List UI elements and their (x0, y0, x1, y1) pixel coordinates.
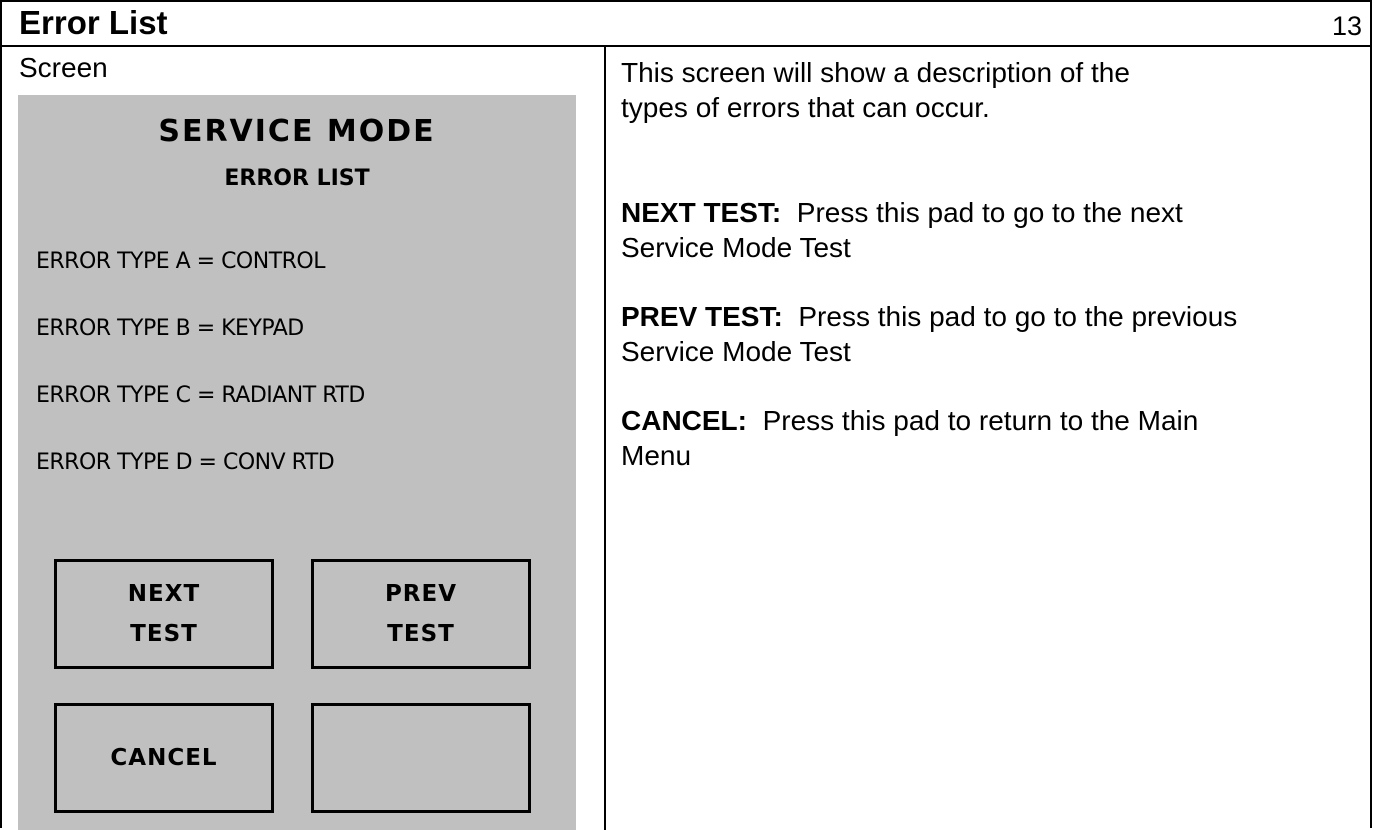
description-next-test: NEXT TEST: Press this pad to go to the n… (621, 195, 1241, 265)
cancel-term: CANCEL: (621, 405, 747, 436)
prev-test-term: PREV TEST: (621, 301, 783, 332)
cancel-button[interactable]: CANCEL (54, 703, 274, 813)
column-divider (604, 47, 606, 830)
header-bar: Error List 13 (0, 0, 1372, 47)
screen-section-label: Screen (19, 52, 108, 83)
next-test-button[interactable]: NEXT TEST (54, 559, 274, 669)
service-mode-screen: SERVICE MODE ERROR LIST ERROR TYPE A = C… (18, 95, 576, 830)
prev-test-button[interactable]: PREV TEST (311, 559, 531, 669)
next-test-label-line2: TEST (130, 621, 198, 647)
cancel-label: CANCEL (110, 745, 218, 771)
blank-button[interactable] (311, 703, 531, 813)
page-number: 13 (1331, 11, 1362, 41)
screen-title: SERVICE MODE (158, 114, 436, 149)
prev-test-label-line1: PREV (384, 581, 458, 607)
error-type-d: ERROR TYPE D = CONV RTD (36, 450, 335, 475)
screen-subtitle: ERROR LIST (224, 166, 370, 191)
description-prev-test: PREV TEST: Press this pad to go to the p… (621, 299, 1241, 369)
description-intro: This screen will show a description of t… (621, 57, 1130, 123)
page-title: Error List (19, 4, 168, 41)
error-type-c: ERROR TYPE C = RADIANT RTD (36, 383, 365, 408)
description-cancel: CANCEL: Press this pad to return to the … (621, 403, 1261, 473)
error-type-a: ERROR TYPE A = CONTROL (36, 249, 326, 274)
next-test-term: NEXT TEST: (621, 197, 782, 228)
error-type-b: ERROR TYPE B = KEYPAD (36, 316, 304, 341)
next-test-label-line1: NEXT (127, 581, 201, 607)
prev-test-label-line2: TEST (387, 621, 455, 647)
